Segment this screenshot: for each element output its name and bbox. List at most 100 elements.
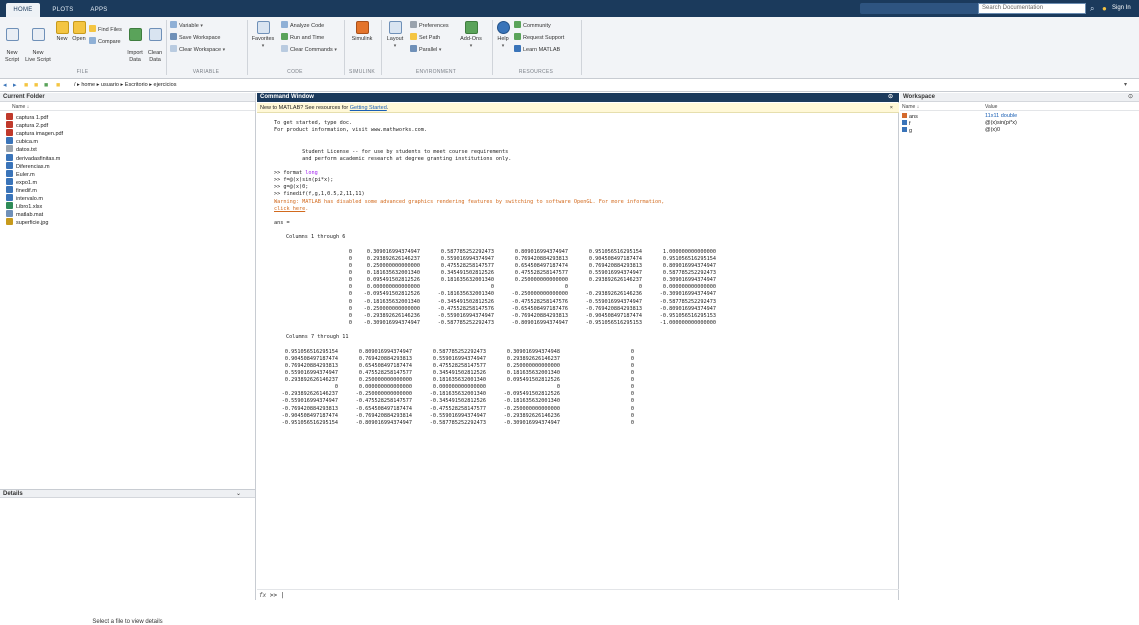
command-prompt-input[interactable]: fx >> |: [257, 589, 899, 600]
panel-menu-icon[interactable]: ⊙: [1128, 93, 1133, 102]
folder-up-icon[interactable]: ■: [24, 80, 28, 91]
file-list-item[interactable]: finedif.m: [6, 185, 37, 194]
panel-menu-icon[interactable]: ⊙: [888, 93, 893, 102]
matrix-row: -0.293892626146237 -0.250000000000000 -0.1…: [274, 391, 896, 398]
matrix-cell: -0.293892626146237: [281, 391, 338, 398]
file-list-item[interactable]: Libro1.xlsx: [6, 202, 42, 210]
save-icon: [170, 33, 177, 40]
workspace-value-header[interactable]: Value: [985, 103, 997, 111]
current-path[interactable]: / ▸ home ▸ usuario ▸ Escritorio ▸ ejerci…: [74, 80, 176, 91]
save-workspace-button[interactable]: Save Workspace: [170, 33, 220, 42]
matrix-cell: 0.951056516295154: [284, 348, 338, 355]
file-list-item[interactable]: captura imagen.pdf: [6, 129, 63, 137]
chevron-down-icon: ▾: [393, 43, 397, 49]
xlsx-file-icon: [6, 202, 13, 210]
tab-home[interactable]: HOME: [6, 3, 40, 17]
back-arrow-icon[interactable]: ◂: [3, 80, 7, 91]
matrix-cell: -0.250000000000000: [503, 405, 560, 412]
open-button[interactable]: Open: [71, 21, 87, 43]
matrix-cell: -0.769420884293813: [511, 312, 568, 319]
help-button[interactable]: Help ▾: [495, 21, 511, 50]
learn-matlab-button[interactable]: Learn MATLAB: [514, 45, 560, 54]
m-file-icon: [6, 137, 13, 145]
root-folder-icon[interactable]: ■: [56, 80, 60, 91]
layout-button[interactable]: Layout ▾: [384, 21, 406, 50]
file-list-item[interactable]: Diferencias.m: [6, 161, 50, 170]
search-documentation-input[interactable]: Search Documentation: [978, 3, 1086, 14]
community-button[interactable]: Community: [514, 21, 551, 30]
folder-icon[interactable]: ■: [34, 80, 38, 91]
close-icon[interactable]: ×: [890, 103, 893, 113]
matrix-cell: 0.809016994374947: [514, 248, 568, 255]
workspace-variable-row[interactable]: g @(x)0: [900, 127, 1139, 134]
command-window[interactable]: Command Window ⊙ New to MATLAB? See reso…: [257, 93, 899, 600]
clean-data-button[interactable]: Clean Data: [147, 21, 163, 64]
clear-commands-button[interactable]: Clear Commands ▾: [281, 45, 337, 54]
analyze-code-button[interactable]: Analyze Code: [281, 21, 324, 30]
new-button[interactable]: New: [55, 21, 69, 43]
tab-apps[interactable]: APPS: [86, 3, 112, 17]
matrix-cell: 0.654508497187474: [514, 262, 568, 269]
run-and-time-icon: [281, 33, 288, 40]
matrix-cell: 0: [630, 391, 634, 398]
run-and-time-button[interactable]: Run and Time: [281, 33, 324, 42]
workspace-title: Workspace ⊙: [900, 93, 1139, 102]
ribbon: New Script New Live Script New Open Find…: [0, 17, 1139, 79]
file-list-item[interactable]: derivadasfinitas.m: [6, 153, 60, 162]
add-ons-button[interactable]: Add-Ons ▾: [460, 21, 482, 50]
import-data-button[interactable]: Import Data: [126, 21, 144, 64]
compare-button[interactable]: Compare: [89, 37, 121, 46]
forward-arrow-icon[interactable]: ▸: [13, 80, 17, 91]
find-files-button[interactable]: Find Files: [89, 25, 122, 34]
favorites-button[interactable]: Favorites ▾: [250, 21, 276, 50]
preferences-button[interactable]: Preferences: [410, 21, 449, 30]
matrix-cell: 0.250000000000000: [366, 262, 420, 269]
request-support-button[interactable]: Request Support: [514, 33, 564, 42]
quick-access-toolbar[interactable]: [860, 3, 990, 14]
workspace-name-header[interactable]: Name ↓: [902, 103, 919, 111]
matrix-row: 0.769420884293813 0.654508497187474 0.4755…: [274, 363, 896, 370]
file-list-item[interactable]: expo1.m: [6, 177, 37, 186]
search-icon[interactable]: ⌕: [1090, 3, 1100, 14]
set-path-button[interactable]: Set Path: [410, 33, 440, 42]
parallel-button[interactable]: Parallel ▾: [410, 45, 441, 54]
variable-button[interactable]: Variable ▾: [170, 21, 203, 30]
matrix-cell: 0.000000000000000: [366, 284, 420, 291]
user-icon[interactable]: ●: [1102, 3, 1110, 14]
file-list-item[interactable]: captura 2.pdf: [6, 121, 48, 129]
workspace-variable-row[interactable]: f @(x)sin(pi*x): [900, 120, 1139, 127]
chevron-down-icon[interactable]: ▾: [1124, 80, 1127, 91]
name-column-header[interactable]: Name ↓: [0, 103, 255, 111]
matrix-cell: 0.250000000000000: [506, 362, 560, 369]
file-list-item[interactable]: intervalo.m: [6, 194, 43, 202]
file-list-item[interactable]: superficie.jpg: [6, 218, 48, 226]
clear-workspace-button[interactable]: Clear Workspace ▾: [170, 45, 225, 54]
matrix-cell: 0.095491502812526: [506, 377, 560, 384]
matrix-row: -0.904508497187474 -0.769420884293814 -0.5…: [274, 413, 896, 420]
matrix-cell: 0.951056516295154: [588, 248, 642, 255]
workspace-variable-row[interactable]: ans 11x11 double: [900, 113, 1139, 120]
click-here-link[interactable]: click here: [274, 206, 305, 212]
tab-plots[interactable]: PLOTS: [48, 3, 78, 17]
new-live-script-button[interactable]: New Live Script: [24, 21, 52, 64]
simulink-button[interactable]: Simulink: [348, 21, 376, 43]
browse-folder-icon[interactable]: ■: [44, 80, 48, 91]
file-list-item[interactable]: matlab.mat: [6, 210, 43, 218]
matrix-block-1: 0 0.309016994374947 0.587785252292473 0.809…: [274, 249, 896, 328]
chevron-down-icon: ▾: [469, 43, 473, 49]
file-list-item[interactable]: Euler.m: [6, 169, 35, 178]
sign-in-link[interactable]: Sign In: [1112, 3, 1131, 14]
file-list-item[interactable]: captura 1.pdf: [6, 113, 48, 121]
file-list-item[interactable]: cubica.m: [6, 137, 38, 145]
matrix-cell: 0.345491502812526: [440, 269, 494, 276]
chevron-down-icon[interactable]: ⌄: [236, 490, 241, 499]
new-script-button[interactable]: New Script: [3, 21, 21, 64]
workspace-panel: Workspace ⊙ Name ↓ Value ans 11x11 double…: [900, 93, 1139, 600]
matrix-cell: -0.951056516295153: [659, 312, 716, 319]
file-name: Euler.m: [16, 171, 35, 178]
getting-started-link[interactable]: Getting Started: [350, 105, 387, 111]
address-bar: ◂ ▸ ■ ■ ■ ■ / ▸ home ▸ usuario ▸ Escrito…: [0, 80, 1139, 92]
file-list-item[interactable]: datos.txt: [6, 145, 37, 153]
matrix-cell: 0: [348, 319, 352, 326]
